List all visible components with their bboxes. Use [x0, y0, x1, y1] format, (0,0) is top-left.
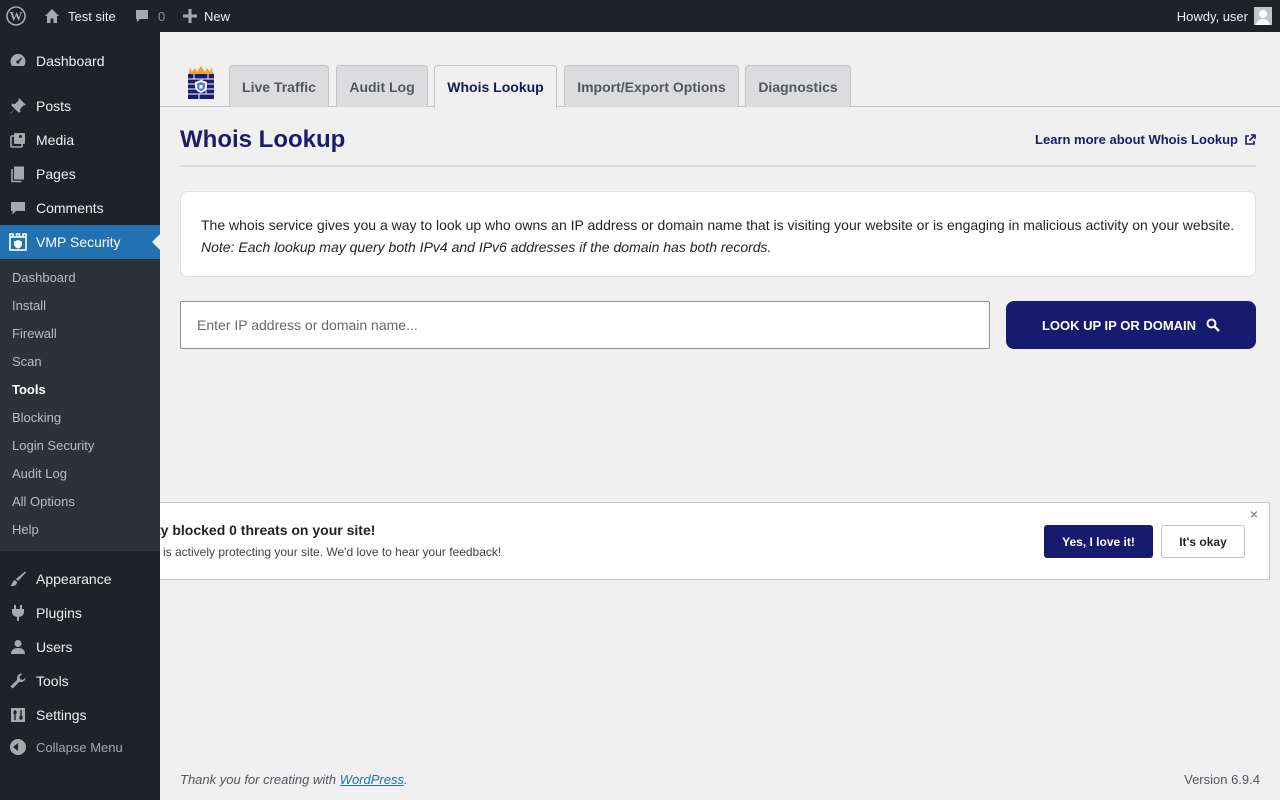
whois-lookup-input[interactable] — [180, 301, 990, 349]
title-divider — [180, 165, 1256, 167]
lookup-button-label: LOOK UP IP OR DOMAIN — [1041, 317, 1197, 333]
footer-version: Version 6.9.4 — [1184, 772, 1260, 787]
menu-item-pages[interactable]: Pages — [0, 157, 160, 191]
main-content: Live Traffic Audit Log Whois Lookup Impo… — [160, 32, 1280, 800]
tools-tabs: Live Traffic Audit Log Whois Lookup Impo… — [160, 32, 1280, 108]
love-it-button[interactable]: Yes, I love it! — [1044, 525, 1153, 558]
menu-label-tools: Tools — [36, 673, 69, 689]
comment-icon — [0, 199, 36, 217]
menu-item-media[interactable]: Media — [0, 123, 160, 157]
account-menu[interactable]: Howdy, user — [1177, 0, 1272, 32]
menu-label-media: Media — [36, 132, 75, 148]
home-icon — [45, 9, 59, 23]
comments-link[interactable]: 0 — [134, 0, 165, 32]
menu-item-settings[interactable]: Settings — [0, 698, 160, 732]
castle-icon — [0, 232, 36, 252]
svg-text:W: W — [10, 9, 23, 24]
menu-item-dashboard[interactable]: Dashboard — [0, 44, 160, 78]
menu-label-pages: Pages — [36, 166, 76, 182]
collapse-label: Collapse Menu — [36, 739, 123, 755]
avatar — [1254, 7, 1272, 25]
whois-description: The whois service gives you a way to loo… — [201, 217, 1235, 233]
menu-item-posts[interactable]: Posts — [0, 89, 160, 123]
media-icon — [0, 131, 36, 149]
site-name-link[interactable]: Test site — [44, 0, 116, 32]
wordpress-link[interactable]: WordPress — [340, 772, 404, 787]
wrench-icon — [0, 672, 36, 690]
submenu-item-dashboard[interactable]: Dashboard — [12, 268, 76, 288]
external-link-icon — [1245, 133, 1256, 145]
site-name-label: Test site — [68, 8, 116, 24]
whois-note: Note: Each lookup may query both IPv4 an… — [201, 239, 772, 255]
menu-item-tools[interactable]: Tools — [0, 664, 160, 698]
collapse-menu-button[interactable]: Collapse Menu — [0, 732, 123, 762]
pages-icon — [0, 165, 36, 183]
collapse-icon — [0, 739, 36, 755]
submenu-item-blocking[interactable]: Blocking — [12, 408, 61, 428]
tab-diagnostics[interactable]: Diagnostics — [745, 65, 851, 107]
plug-icon — [0, 604, 36, 622]
menu-label-plugins: Plugins — [36, 605, 82, 621]
learn-more-link[interactable]: Learn more about Whois Lookup — [1035, 132, 1256, 147]
close-icon[interactable]: × — [1247, 507, 1261, 521]
comment-icon — [136, 10, 148, 22]
tab-live-traffic[interactable]: Live Traffic — [229, 65, 329, 107]
plus-icon — [183, 9, 197, 23]
its-okay-button[interactable]: It's okay — [1161, 525, 1245, 558]
footer-thanks-prefix: Thank you for creating with — [180, 772, 340, 787]
page-title: Whois Lookup — [180, 126, 346, 153]
sliders-icon — [0, 706, 36, 724]
pin-icon — [0, 97, 36, 115]
learn-more-label: Learn more about Whois Lookup — [1035, 132, 1238, 147]
menu-label-appearance: Appearance — [36, 571, 112, 587]
menu-item-vmp-security[interactable]: VMP Security — [0, 225, 160, 259]
submenu-item-help[interactable]: Help — [12, 520, 39, 540]
menu-item-comments[interactable]: Comments — [0, 191, 160, 225]
howdy-label: Howdy, user — [1176, 8, 1248, 24]
notice-text: is actively protecting your site. We'd l… — [163, 545, 502, 559]
security-submenu: Dashboard Install Firewall Scan Tools Bl… — [0, 259, 160, 551]
menu-item-appearance[interactable]: Appearance — [0, 562, 160, 596]
tab-import-export-options[interactable]: Import/Export Options — [564, 65, 739, 107]
submenu-item-audit-log[interactable]: Audit Log — [12, 464, 67, 484]
footer-thanks: Thank you for creating with WordPress. — [180, 772, 408, 787]
menu-item-plugins[interactable]: Plugins — [0, 596, 160, 630]
menu-label-dashboard: Dashboard — [36, 53, 105, 69]
notice-title: ty blocked 0 threats on your site! — [160, 522, 376, 538]
menu-label-posts: Posts — [36, 98, 72, 114]
new-content-link[interactable]: New — [183, 0, 230, 32]
menu-label-vmp-security: VMP Security — [36, 234, 121, 250]
search-icon — [1206, 318, 1220, 332]
submenu-item-all-options[interactable]: All Options — [12, 492, 75, 512]
tab-audit-log[interactable]: Audit Log — [336, 65, 428, 107]
footer-thanks-suffix: . — [404, 772, 408, 787]
lookup-button[interactable]: LOOK UP IP OR DOMAIN — [1006, 301, 1256, 349]
new-label: New — [204, 8, 231, 24]
submenu-item-tools[interactable]: Tools — [12, 380, 46, 400]
users-icon — [0, 638, 36, 656]
dashboard-icon — [0, 52, 36, 70]
comments-count: 0 — [158, 8, 166, 24]
menu-label-users: Users — [36, 639, 73, 655]
admin-bar: W Test site 0 New Howdy, user — [0, 0, 1280, 32]
tab-whois-lookup[interactable]: Whois Lookup — [434, 65, 557, 108]
submenu-item-firewall[interactable]: Firewall — [12, 324, 57, 344]
submenu-item-install[interactable]: Install — [12, 296, 46, 316]
submenu-item-login-security[interactable]: Login Security — [12, 436, 94, 456]
brush-icon — [0, 570, 36, 588]
menu-label-comments: Comments — [36, 200, 104, 216]
wordpress-logo-icon[interactable]: W — [6, 0, 28, 32]
whois-info-card: The whois service gives you a way to loo… — [180, 191, 1256, 277]
admin-sidebar: Dashboard Posts Media Pages Comments VMP… — [0, 32, 160, 800]
vmp-security-logo-icon — [186, 66, 216, 100]
submenu-item-scan[interactable]: Scan — [12, 352, 42, 372]
menu-item-users[interactable]: Users — [0, 630, 160, 664]
feedback-notice: ty blocked 0 threats on your site! is ac… — [160, 502, 1270, 580]
menu-label-settings: Settings — [36, 707, 87, 723]
